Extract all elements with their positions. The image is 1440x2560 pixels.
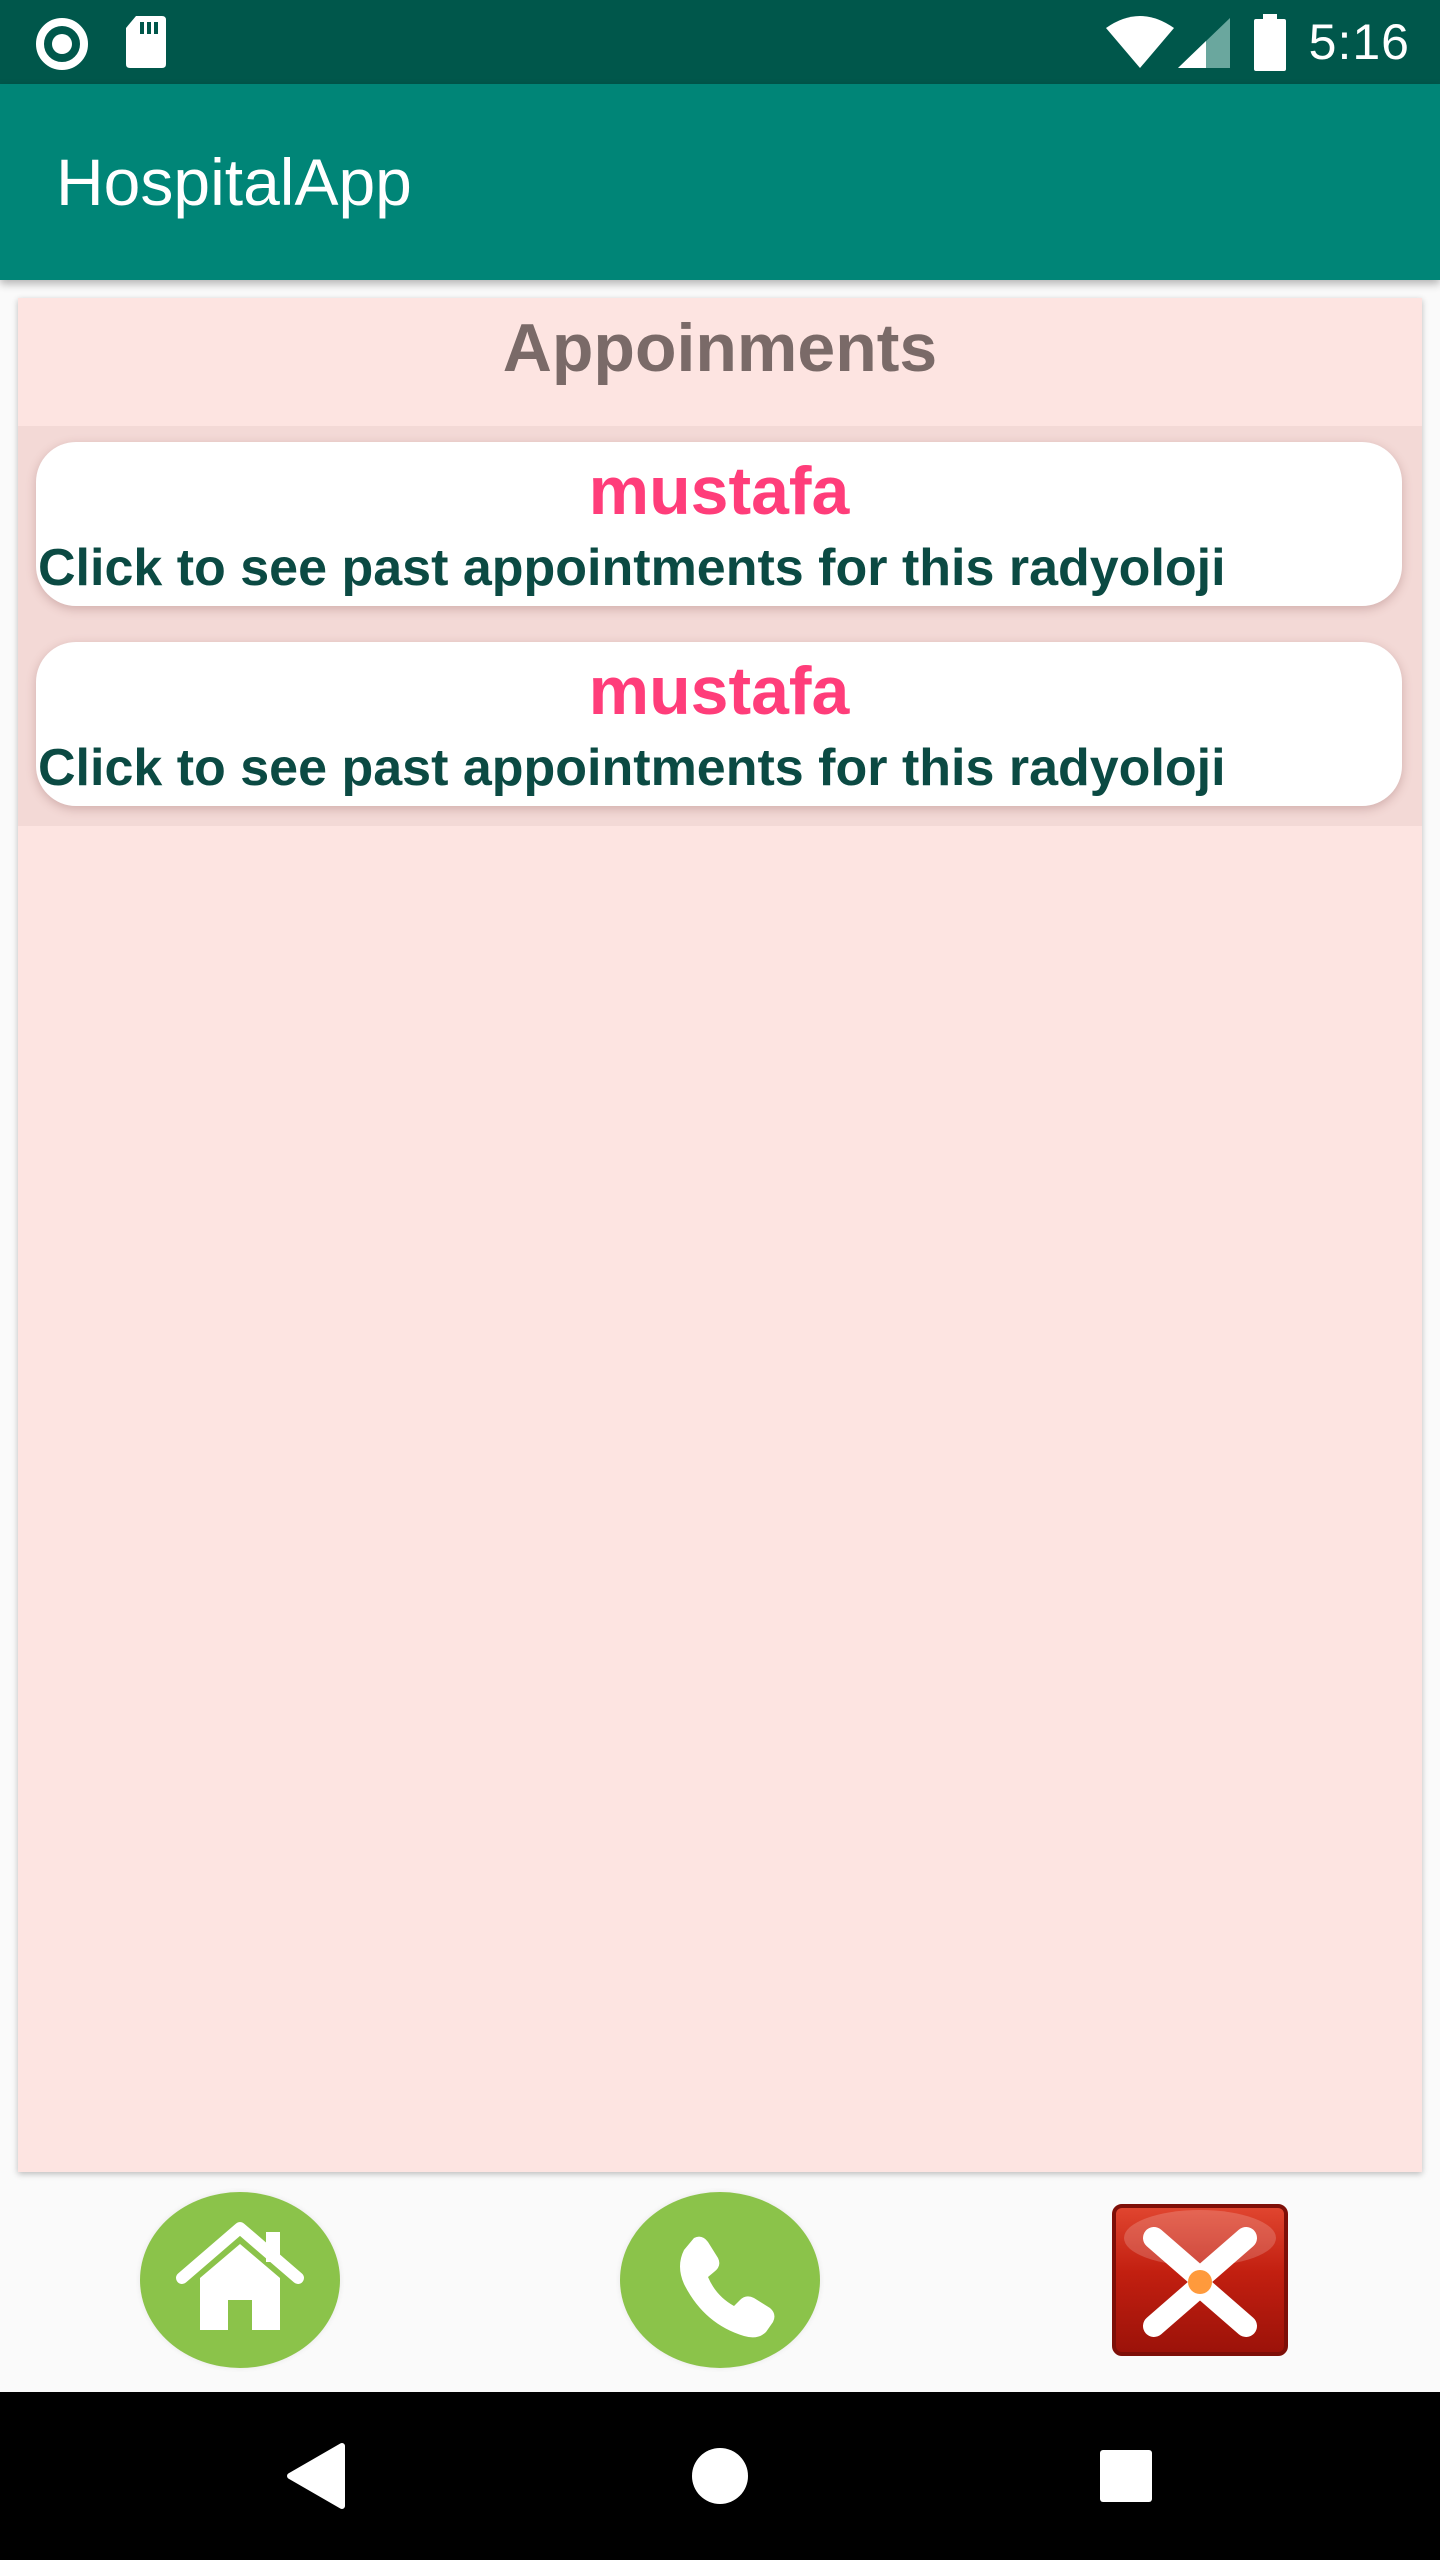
call-button[interactable] [620,2192,820,2368]
appointment-list: mustafa Click to see past appointments f… [18,426,1422,826]
close-button[interactable] [1112,2204,1288,2356]
navigation-bar [0,2392,1440,2560]
cell-signal-icon [1176,16,1232,70]
list-item: mustafa Click to see past appointments f… [18,626,1422,826]
battery-icon [1252,14,1288,72]
doctor-name: mustafa [588,453,850,529]
list-item: mustafa Click to see past appointments f… [18,426,1422,626]
clock-time: 5:16 [1308,14,1410,70]
recents-icon [1100,2450,1152,2502]
appointment-card[interactable]: mustafa Click to see past appointments f… [36,642,1402,806]
appointment-card[interactable]: mustafa Click to see past appointments f… [36,442,1402,606]
app-title: HospitalApp [56,145,412,219]
card-subtitle: Click to see past appointments for this … [38,539,1226,597]
wifi-icon [1104,16,1176,70]
close-icon [1124,2210,1276,2337]
phone-icon [680,2236,775,2338]
app-bar: HospitalApp [0,84,1440,280]
home-nav-button[interactable] [660,2392,780,2560]
panel-heading: Appoinments [502,310,938,386]
recents-button[interactable] [1066,2392,1186,2560]
status-bar: 5:16 [0,0,1440,84]
home-button[interactable] [140,2192,340,2368]
home-circle-icon [692,2448,748,2504]
back-button[interactable] [260,2392,380,2560]
appointments-panel: Appoinments mustafa Click to see past ap… [18,298,1422,2172]
back-icon [287,2443,345,2509]
doctor-name: mustafa [588,653,850,729]
record-icon [34,16,90,72]
home-icon [176,2222,304,2330]
bottom-button-bar [0,2172,1440,2392]
sd-card-icon [124,14,168,70]
card-subtitle: Click to see past appointments for this … [38,739,1226,797]
